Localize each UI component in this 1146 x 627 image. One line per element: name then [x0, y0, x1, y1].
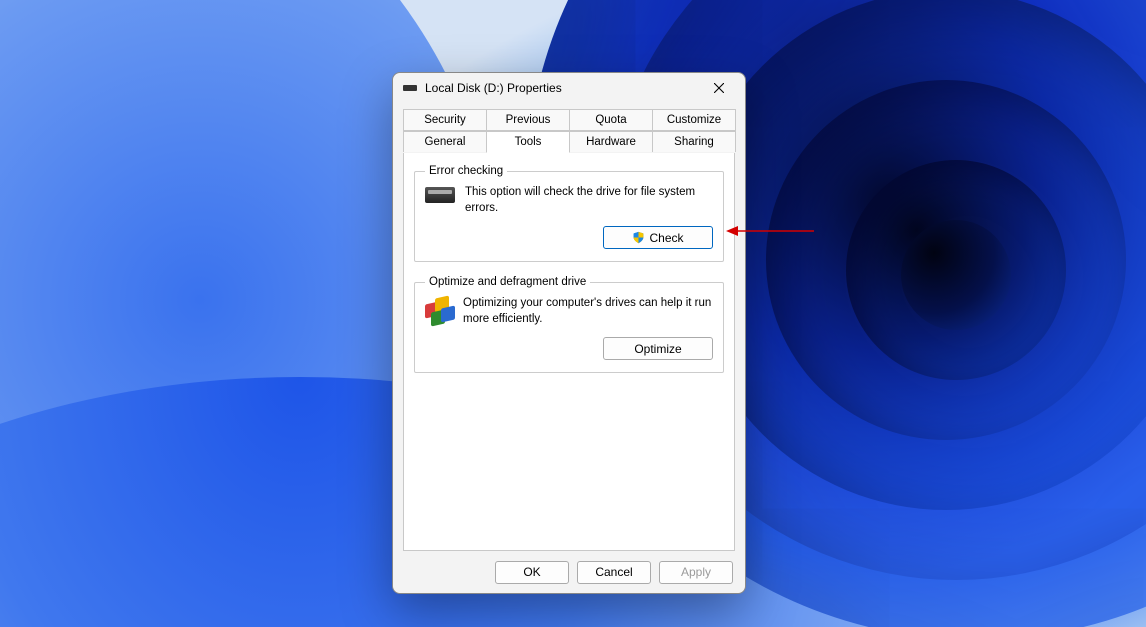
error-checking-group: Error checking This option will check th… — [414, 165, 724, 262]
tab-customize[interactable]: Customize — [652, 109, 736, 131]
tab-previous-versions[interactable]: Previous Versions — [486, 109, 570, 131]
error-checking-description: This option will check the drive for fil… — [465, 185, 713, 216]
window-title: Local Disk (D:) Properties — [425, 81, 697, 95]
apply-button[interactable]: Apply — [659, 561, 733, 584]
uac-shield-icon — [632, 231, 645, 244]
tab-body-tools: Error checking This option will check th… — [403, 153, 735, 551]
ok-button[interactable]: OK — [495, 561, 569, 584]
drive-sysicon — [403, 85, 417, 91]
optimize-button-label: Optimize — [634, 342, 681, 356]
optimize-legend: Optimize and defragment drive — [425, 276, 590, 288]
close-button[interactable] — [697, 74, 741, 102]
close-icon — [714, 83, 724, 93]
tab-strip: Security Previous Versions Quota Customi… — [393, 103, 745, 153]
tab-sharing[interactable]: Sharing — [652, 131, 736, 152]
drive-icon — [425, 187, 455, 203]
optimize-description: Optimizing your computer's drives can he… — [463, 296, 713, 327]
error-checking-legend: Error checking — [425, 165, 507, 177]
tab-quota[interactable]: Quota — [569, 109, 653, 131]
properties-dialog: Local Disk (D:) Properties Security Prev… — [392, 72, 746, 594]
check-button-label: Check — [649, 231, 683, 245]
defrag-icon — [425, 297, 453, 325]
dialog-footer: OK Cancel Apply — [393, 551, 745, 593]
tab-general[interactable]: General — [403, 131, 487, 152]
optimize-button[interactable]: Optimize — [603, 337, 713, 360]
titlebar[interactable]: Local Disk (D:) Properties — [393, 73, 745, 103]
check-button[interactable]: Check — [603, 226, 713, 249]
tab-tools[interactable]: Tools — [486, 131, 570, 153]
cancel-button[interactable]: Cancel — [577, 561, 651, 584]
tab-hardware[interactable]: Hardware — [569, 131, 653, 152]
optimize-group: Optimize and defragment drive Optimizing… — [414, 276, 724, 373]
tab-security[interactable]: Security — [403, 109, 487, 131]
